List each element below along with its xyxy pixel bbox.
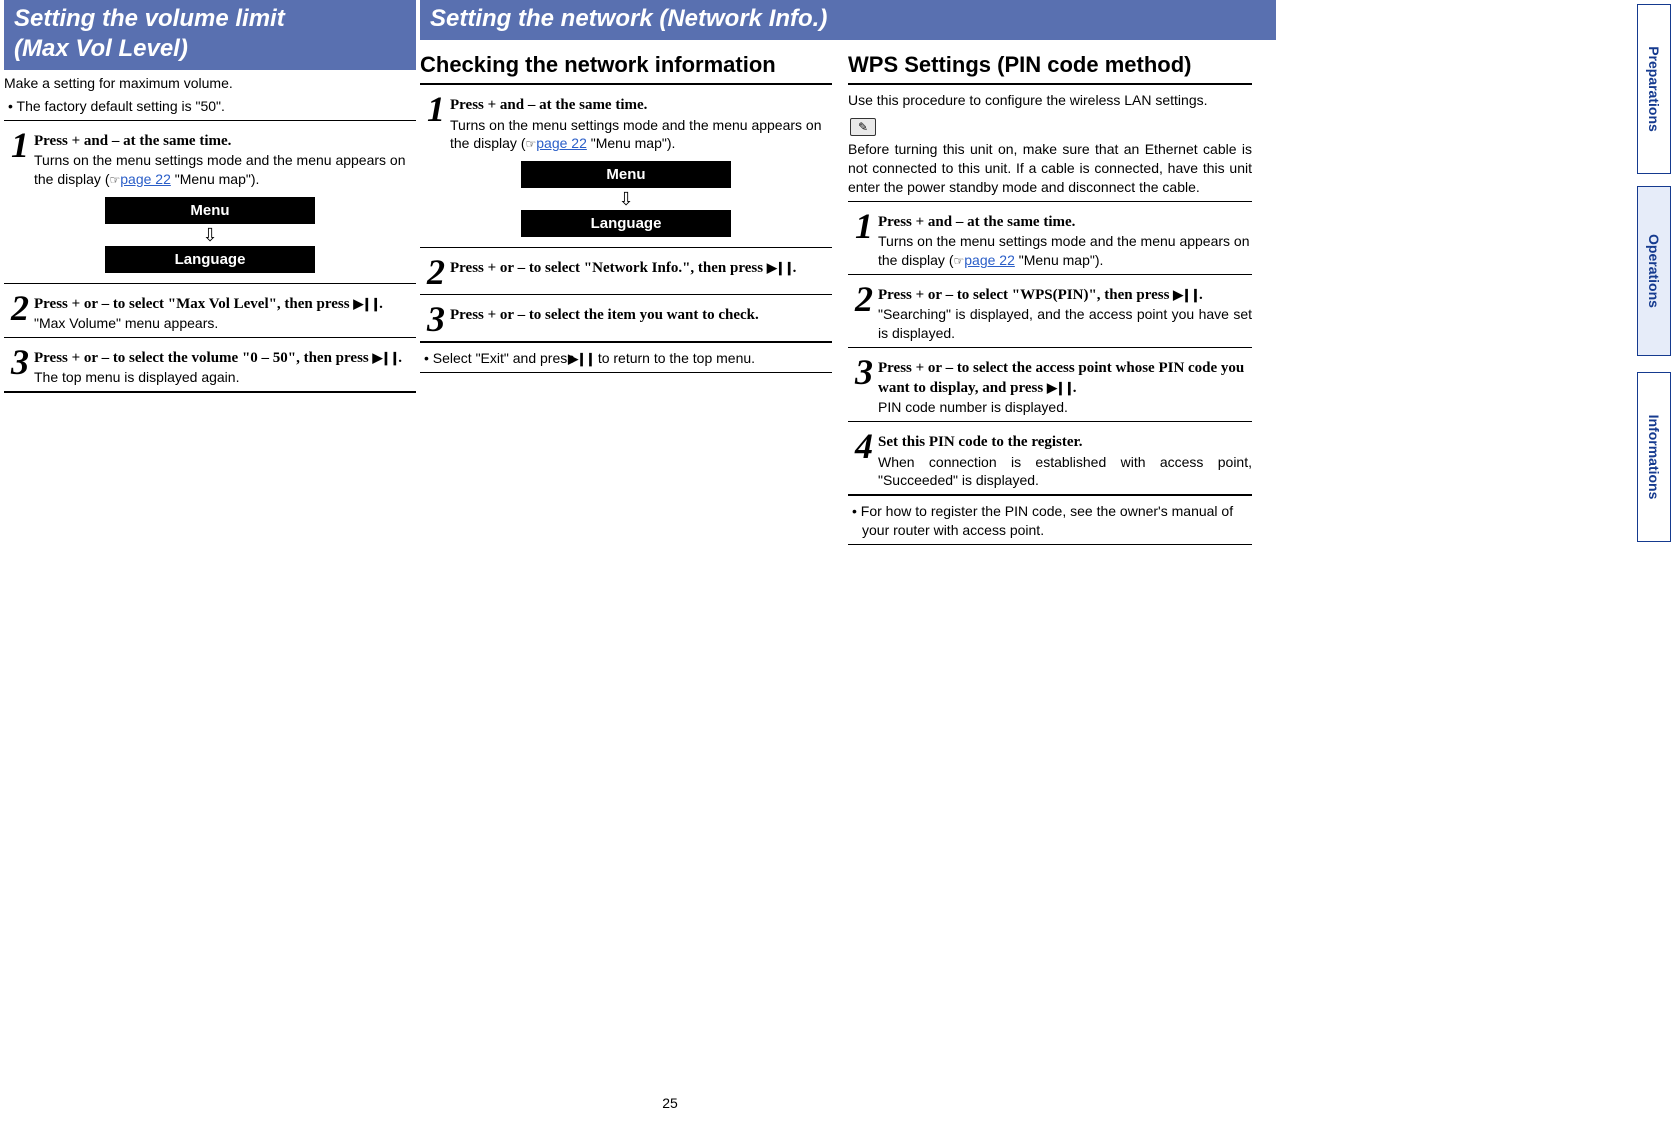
vol-intro: Make a setting for maximum volume. bbox=[4, 74, 416, 93]
divider bbox=[420, 247, 832, 248]
step-desc: "Max Volume" menu appears. bbox=[34, 314, 416, 333]
divider bbox=[848, 347, 1252, 348]
language-label: Language bbox=[105, 246, 315, 273]
divider bbox=[848, 421, 1252, 422]
wps-step-3: 3 Press + or – to select the access poin… bbox=[850, 354, 1252, 417]
step-title: Press + or – to select "WPS(PIN)", then … bbox=[878, 285, 1252, 305]
vol-step-3: 3 Press + or – to select the volume "0 –… bbox=[6, 344, 416, 387]
step-number: 4 bbox=[850, 428, 878, 464]
check-exit-note: • Select "Exit" and press to return to t… bbox=[424, 349, 830, 368]
wps-note: Before turning this unit on, make sure t… bbox=[848, 140, 1252, 197]
menu-label: Menu bbox=[521, 161, 731, 188]
step-number: 3 bbox=[850, 354, 878, 390]
divider bbox=[420, 372, 832, 373]
step-title: Press + or – to select "Max Vol Level", … bbox=[34, 294, 416, 314]
tab-preparations[interactable]: Preparations bbox=[1637, 4, 1671, 174]
step-number: 1 bbox=[850, 208, 878, 244]
vol-step-2: 2 Press + or – to select "Max Vol Level"… bbox=[6, 290, 416, 333]
vol-default-bullet: • The factory default setting is "50". bbox=[8, 97, 414, 116]
step-desc: "Searching" is displayed, and the access… bbox=[878, 305, 1252, 343]
step-desc: Turns on the menu settings mode and the … bbox=[34, 151, 416, 189]
menu-label: Menu bbox=[105, 197, 315, 224]
down-arrow-icon: ⇩ bbox=[202, 226, 217, 244]
divider bbox=[848, 494, 1252, 496]
check-heading: Checking the network information bbox=[420, 52, 832, 77]
divider bbox=[848, 544, 1252, 545]
divider bbox=[4, 283, 416, 284]
step-number: 2 bbox=[422, 254, 450, 290]
menu-nav-illustration: Menu ⇩ Language bbox=[4, 197, 416, 273]
check-step-1: 1 Press + and – at the same time. Turns … bbox=[422, 91, 832, 153]
step-title: Press + and – at the same time. bbox=[450, 95, 832, 115]
wps-step-2: 2 Press + or – to select "WPS(PIN)", the… bbox=[850, 281, 1252, 343]
page22-link[interactable]: page 22 bbox=[536, 135, 587, 151]
play-pause-icon bbox=[578, 349, 594, 368]
step-number: 3 bbox=[6, 344, 34, 380]
banner-network: Setting the network (Network Info.) bbox=[420, 0, 1276, 40]
step-title: Press + or – to select the item you want… bbox=[450, 305, 832, 325]
play-pause-icon bbox=[1047, 378, 1073, 398]
play-pause-icon bbox=[353, 294, 379, 314]
menu-nav-illustration: Menu ⇩ Language bbox=[420, 161, 832, 237]
language-label: Language bbox=[521, 210, 731, 237]
side-tab-rail: Preparations Operations Informations bbox=[1635, 0, 1671, 1123]
divider bbox=[848, 83, 1252, 85]
play-pause-icon bbox=[1173, 285, 1199, 305]
wps-footnote: • For how to register the PIN code, see … bbox=[852, 502, 1250, 540]
divider bbox=[848, 201, 1252, 202]
step-title: Press + or – to select the access point … bbox=[878, 358, 1252, 399]
tab-informations[interactable]: Informations bbox=[1637, 372, 1671, 542]
step-desc: The top menu is displayed again. bbox=[34, 368, 416, 387]
page22-link[interactable]: page 22 bbox=[120, 171, 171, 187]
check-step-2: 2 Press + or – to select "Network Info."… bbox=[422, 254, 832, 290]
pointer-icon: ☞ bbox=[953, 254, 964, 268]
step-title: Press + or – to select the volume "0 – 5… bbox=[34, 348, 416, 368]
divider bbox=[420, 294, 832, 295]
divider bbox=[4, 337, 416, 338]
step-title: Press + and – at the same time. bbox=[34, 131, 416, 151]
step-number: 1 bbox=[422, 91, 450, 127]
divider bbox=[848, 274, 1252, 275]
pointer-icon: ☞ bbox=[109, 173, 120, 187]
divider bbox=[420, 341, 832, 343]
vol-step-1: 1 Press + and – at the same time. Turns … bbox=[6, 127, 416, 189]
pointer-icon: ☞ bbox=[525, 137, 536, 151]
step-desc: Turns on the menu settings mode and the … bbox=[450, 116, 832, 154]
step-desc: PIN code number is displayed. bbox=[878, 398, 1252, 417]
step-title: Set this PIN code to the register. bbox=[878, 432, 1252, 452]
tab-operations[interactable]: Operations bbox=[1637, 186, 1671, 356]
step-number: 2 bbox=[6, 290, 34, 326]
down-arrow-icon: ⇩ bbox=[618, 190, 633, 208]
step-title: Press + and – at the same time. bbox=[878, 212, 1252, 232]
check-step-3: 3 Press + or – to select the item you wa… bbox=[422, 301, 832, 337]
divider bbox=[420, 83, 832, 85]
step-title: Press + or – to select "Network Info.", … bbox=[450, 258, 832, 278]
step-number: 2 bbox=[850, 281, 878, 317]
step-desc: When connection is established with acce… bbox=[878, 453, 1252, 491]
divider bbox=[4, 120, 416, 121]
page22-link[interactable]: page 22 bbox=[964, 252, 1015, 268]
banner-line1: Setting the volume limit bbox=[14, 5, 285, 32]
step-number: 3 bbox=[422, 301, 450, 337]
page-number: 25 bbox=[0, 1095, 1340, 1111]
play-pause-icon bbox=[373, 348, 399, 368]
banner-line2: (Max Vol Level) bbox=[14, 35, 188, 62]
step-desc: Turns on the menu settings mode and the … bbox=[878, 232, 1252, 270]
wps-intro: Use this procedure to configure the wire… bbox=[848, 91, 1252, 110]
wps-step-1: 1 Press + and – at the same time. Turns … bbox=[850, 208, 1252, 270]
wps-step-4: 4 Set this PIN code to the register. Whe… bbox=[850, 428, 1252, 490]
banner-vol-limit: Setting the volume limit (Max Vol Level) bbox=[4, 0, 416, 70]
wps-heading: WPS Settings (PIN code method) bbox=[848, 52, 1252, 77]
note-icon: ✎ bbox=[850, 118, 876, 136]
divider bbox=[4, 391, 416, 393]
play-pause-icon bbox=[767, 258, 793, 278]
step-number: 1 bbox=[6, 127, 34, 163]
